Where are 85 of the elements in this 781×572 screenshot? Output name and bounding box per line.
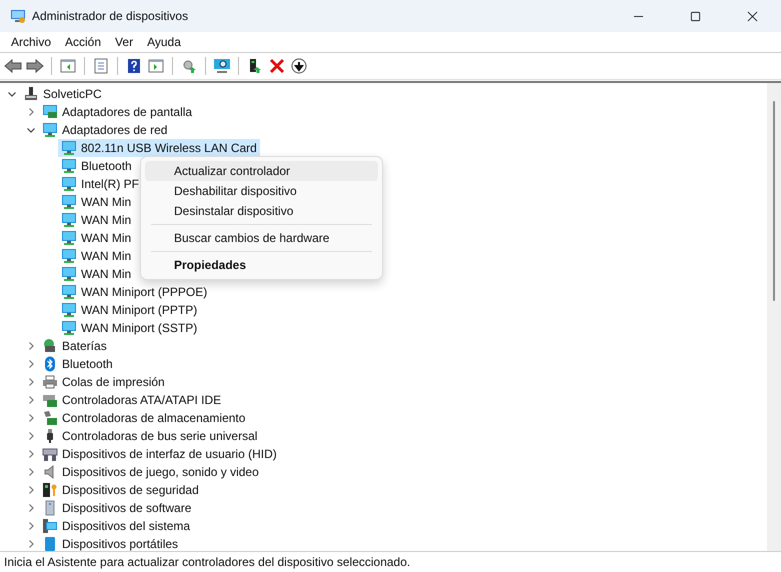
expand-chevron-icon[interactable] — [26, 503, 36, 513]
security-icon — [42, 482, 58, 498]
tree-item-label[interactable]: Bluetooth — [81, 159, 132, 173]
tree-item-label[interactable]: Controladoras de almacenamiento — [62, 411, 246, 425]
scan-monitor-icon[interactable] — [213, 58, 231, 74]
display-icon — [42, 104, 58, 120]
tree-item-label[interactable]: Adaptadores de red — [62, 123, 168, 137]
collapse-chevron-icon[interactable] — [7, 89, 17, 99]
network-icon — [61, 140, 77, 156]
printer-icon — [42, 374, 58, 390]
network-icon — [61, 158, 77, 174]
context-menu-item[interactable]: Buscar cambios de hardware — [145, 228, 378, 248]
expand-chevron-icon[interactable] — [26, 449, 36, 459]
tree-item-label[interactable]: WAN Min — [81, 267, 132, 281]
tree-item-label[interactable]: Baterías — [62, 339, 107, 353]
properties-icon[interactable] — [92, 58, 110, 74]
tree-item-label[interactable]: Dispositivos de software — [62, 501, 192, 515]
tree-item-label[interactable]: WAN Min — [81, 249, 132, 263]
computer-icon — [23, 86, 39, 102]
help-icon[interactable] — [125, 58, 143, 74]
tree-item-label[interactable]: WAN Min — [81, 195, 132, 209]
network-icon — [61, 320, 77, 336]
tree-item-label[interactable]: Dispositivos portátiles — [62, 537, 178, 551]
menu-item[interactable]: Ayuda — [140, 35, 188, 49]
expand-chevron-icon[interactable] — [26, 377, 36, 387]
uninstall-icon[interactable] — [290, 58, 308, 74]
network-icon — [61, 266, 77, 282]
expand-chevron-icon[interactable] — [26, 521, 36, 531]
tree-item-label[interactable]: WAN Miniport (PPPOE) — [81, 285, 208, 299]
expand-chevron-icon[interactable] — [26, 431, 36, 441]
battery-icon — [42, 338, 58, 354]
bluetooth-icon — [42, 356, 58, 372]
action-pane-icon[interactable] — [147, 58, 165, 74]
network-icon — [61, 212, 77, 228]
status-text: Inicia el Asistente para actualizar controladores del dispositivo seleccionado. — [4, 555, 410, 569]
network-icon — [61, 302, 77, 318]
tree-item-label[interactable]: Bluetooth — [62, 357, 113, 371]
tree-item-label[interactable]: Dispositivos de interfaz de usuario (HID) — [62, 447, 277, 461]
menu-item[interactable]: Ver — [108, 35, 140, 49]
network-icon — [61, 176, 77, 192]
tree-item-label[interactable]: WAN Miniport (SSTP) — [81, 321, 198, 335]
expand-chevron-icon[interactable] — [26, 413, 36, 423]
scrollbar[interactable] — [767, 83, 781, 551]
context-menu-item[interactable]: Propiedades — [145, 255, 378, 275]
system-icon — [42, 518, 58, 534]
expand-chevron-icon[interactable] — [26, 485, 36, 495]
network-icon — [61, 284, 77, 300]
expand-chevron-icon[interactable] — [26, 467, 36, 477]
tree-item-label[interactable]: WAN Min — [81, 213, 132, 227]
network-icon — [61, 248, 77, 264]
expand-chevron-icon[interactable] — [26, 395, 36, 405]
tree-item-label[interactable]: Controladoras de bus serie universal — [62, 429, 258, 443]
context-menu-item[interactable]: Desinstalar dispositivo — [145, 201, 378, 221]
context-menu-item[interactable]: Actualizar controlador — [145, 161, 378, 181]
context-menu-item[interactable]: Deshabilitar dispositivo — [145, 181, 378, 201]
tree-item-label[interactable]: Dispositivos de juego, sonido y video — [62, 465, 259, 479]
window-title: Administrador de dispositivos — [32, 9, 188, 23]
tree-item-label[interactable]: WAN Miniport (PPTP) — [81, 303, 198, 317]
maximize-icon[interactable] — [690, 10, 701, 22]
tree-item-label[interactable]: Dispositivos de seguridad — [62, 483, 199, 497]
expand-chevron-icon[interactable] — [26, 539, 36, 549]
tree-item-label[interactable]: Adaptadores de pantalla — [62, 105, 192, 119]
console-tree-icon[interactable] — [59, 58, 77, 74]
tree-item-label[interactable]: Intel(R) PF — [81, 177, 140, 191]
menu-item[interactable]: Archivo — [4, 35, 58, 49]
hid-icon — [42, 446, 58, 462]
network-icon — [61, 194, 77, 210]
menu-item[interactable]: Acción — [58, 35, 108, 49]
expand-chevron-icon[interactable] — [26, 107, 36, 117]
forward-icon[interactable] — [26, 58, 44, 74]
tree-item-label[interactable]: SolveticPC — [43, 87, 102, 101]
back-icon[interactable] — [4, 58, 22, 74]
network-icon — [61, 230, 77, 246]
tree-item-label[interactable]: Controladoras ATA/ATAPI IDE — [62, 393, 222, 407]
expand-chevron-icon[interactable] — [26, 359, 36, 369]
tree-item-label[interactable]: Colas de impresión — [62, 375, 165, 389]
tree-item-label[interactable]: WAN Min — [81, 231, 132, 245]
tree-item-label[interactable]: Dispositivos del sistema — [62, 519, 190, 533]
close-icon[interactable] — [747, 10, 758, 22]
collapse-chevron-icon[interactable] — [26, 125, 36, 135]
disable-icon[interactable] — [268, 58, 286, 74]
network-icon — [42, 122, 58, 138]
device-manager-icon — [10, 8, 26, 24]
portable-icon — [42, 536, 58, 551]
expand-chevron-icon[interactable] — [26, 341, 36, 351]
